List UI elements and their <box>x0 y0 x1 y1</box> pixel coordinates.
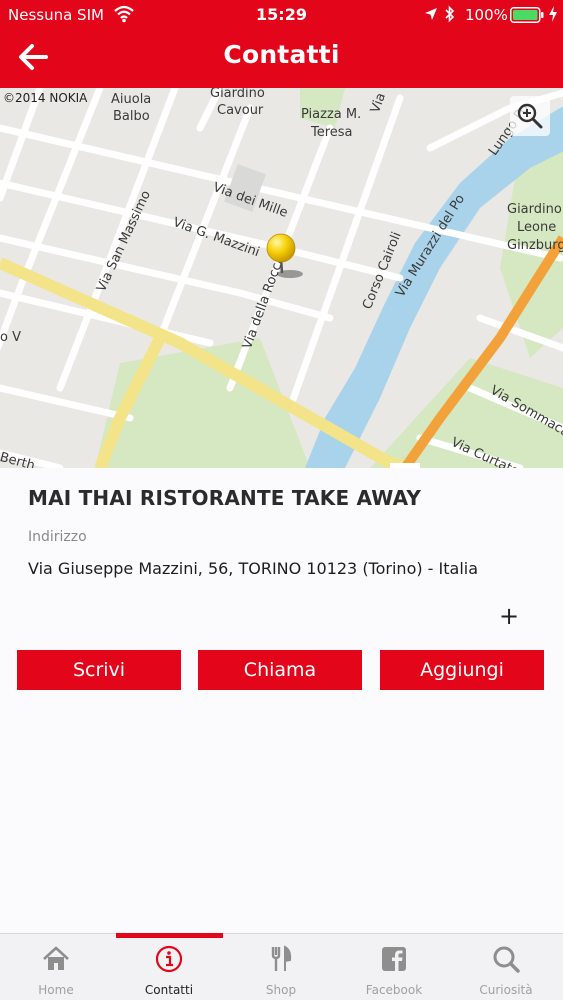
tab-shop[interactable]: Shop <box>225 934 337 1000</box>
tab-curiosita[interactable]: Curiosità <box>450 934 562 1000</box>
location-arrow-icon <box>425 8 437 20</box>
write-button[interactable]: Scrivi <box>17 650 181 690</box>
call-button[interactable]: Chiama <box>198 650 362 690</box>
page-title: Contatti <box>223 40 340 69</box>
header: Nessuna SIM 15:29 100% Contatti <box>0 0 563 88</box>
battery-percent: 100% <box>465 6 508 24</box>
map-label: Leone <box>517 220 557 235</box>
map-label: Giardino <box>210 88 265 101</box>
charging-bolt-icon <box>549 6 557 22</box>
tab-label: Facebook <box>365 983 423 997</box>
map-label: Cavour <box>217 103 264 118</box>
tab-contatti[interactable]: Contatti <box>113 934 225 1000</box>
map-label: Teresa <box>311 125 353 140</box>
facebook-icon <box>382 947 406 971</box>
search-icon <box>493 946 520 973</box>
address-value: Via Giuseppe Mazzini, 56, TORINO 10123 (… <box>28 559 479 578</box>
fork-knife-icon <box>271 945 292 971</box>
tab-bar: Home Contatti Shop Facebook Curiosità <box>0 933 563 1000</box>
status-bar: Nessuna SIM 15:29 100% <box>0 0 563 30</box>
zoom-in-icon <box>517 103 543 129</box>
info-icon <box>155 945 183 973</box>
bluetooth-icon <box>445 5 455 23</box>
tab-label: Contatti <box>144 983 194 997</box>
tab-label: Curiosità <box>479 983 533 997</box>
map-label: Ginzburg <box>507 238 563 253</box>
map-view[interactable]: Aiuola Balbo Giardino Cavour Piazza M. T… <box>0 88 563 468</box>
zoom-in-button[interactable] <box>510 96 550 136</box>
tab-home[interactable]: Home <box>0 934 112 1000</box>
tab-label: Home <box>38 983 74 997</box>
add-contact-button[interactable]: Aggiungi <box>380 650 544 690</box>
home-icon <box>43 946 69 970</box>
map-label: Aiuola <box>111 92 152 107</box>
address-label: Indirizzo <box>28 529 87 545</box>
map-pin-icon <box>266 233 303 278</box>
map-label: o V <box>0 330 21 345</box>
map-label: Giardino <box>507 202 562 217</box>
expand-button[interactable]: + <box>497 604 521 628</box>
battery-icon <box>510 7 544 23</box>
contact-details: MAI THAI RISTORANTE TAKE AWAY Indirizzo … <box>0 468 563 933</box>
map-label: Balbo <box>113 109 150 124</box>
place-name: MAI THAI RISTORANTE TAKE AWAY <box>28 486 422 510</box>
location-pin[interactable] <box>264 232 304 282</box>
map-copyright: ©2014 NOKIA <box>3 91 88 105</box>
tab-facebook[interactable]: Facebook <box>338 934 450 1000</box>
map-label: Piazza M. <box>301 107 362 122</box>
tab-label: Shop <box>265 983 297 997</box>
